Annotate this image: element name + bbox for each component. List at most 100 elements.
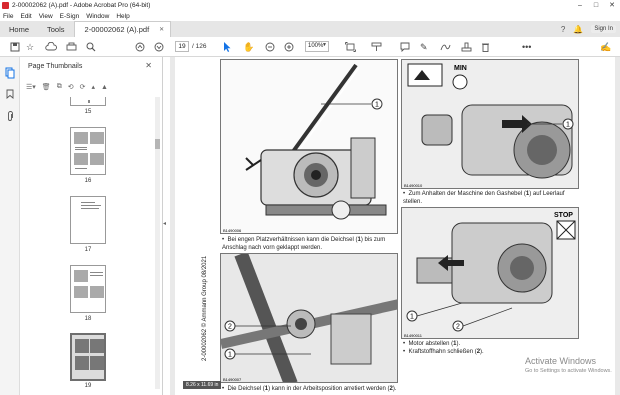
tab-home[interactable]: Home xyxy=(0,21,38,37)
upload-cloud-icon[interactable] xyxy=(45,40,57,54)
page-total: / 126 xyxy=(192,43,207,50)
menu-edit[interactable]: Edit xyxy=(20,13,31,20)
figure-throttle-lever: MIN 1 B1490010 xyxy=(401,59,579,189)
tab-document[interactable]: 2-00002062 (A).pdf ✕ xyxy=(73,21,172,37)
previous-page-icon[interactable] xyxy=(135,40,145,54)
notifications-icon[interactable]: 🔔 xyxy=(573,25,583,34)
activate-windows-watermark: Activate Windows xyxy=(525,356,597,366)
page-vertical-footer: 2-00002062 © Ammann Group 08/2021 xyxy=(202,255,208,361)
tab-close-icon[interactable]: ✕ xyxy=(159,26,164,33)
thumbnail-label-19: 19 xyxy=(84,383,92,389)
pdf-page: 2-00002062 © Ammann Group 08/2021 1 B149… xyxy=(175,57,615,395)
caption-throttle-idle: • Zum Anhalten der Maschine den Gashebel… xyxy=(403,191,565,205)
callout-1-label: 1 xyxy=(375,102,379,109)
bookmark-star-icon[interactable]: ☆ xyxy=(26,40,34,54)
image-code-1: B1490006 xyxy=(223,228,242,233)
caption-handle-fold: • Bei engen Platzverhältnissen kann die … xyxy=(222,237,386,251)
figure-plate-compactor-handle: 1 B1490006 xyxy=(220,59,398,234)
page-thumbnails-panel: Page Thumbnails ✕ ☰▾ 🗑 ⧉ ⟲ ⟳ ▴ ▲ 15 16 1… xyxy=(20,57,163,395)
thumbnail-small-icon[interactable]: ▴ xyxy=(91,83,95,91)
document-viewport[interactable]: 2-00002062 © Ammann Group 08/2021 1 B149… xyxy=(170,57,620,395)
save-icon[interactable] xyxy=(10,40,20,54)
callout-1b-label: 1 xyxy=(228,352,232,359)
zoom-in-icon[interactable] xyxy=(284,40,294,54)
caption-engine-stop: • Motor abstellen (1). xyxy=(403,341,461,347)
stop-label: STOP xyxy=(554,212,573,219)
min-label: MIN xyxy=(454,65,467,72)
page-number-input[interactable]: 19 xyxy=(175,41,189,52)
acrobat-logo-icon xyxy=(2,2,9,9)
page-thumbnails-icon[interactable] xyxy=(4,67,16,79)
menu-bar: File Edit View E-Sign Window Help xyxy=(0,11,620,21)
attachments-paperclip-icon[interactable] xyxy=(4,111,16,123)
rotate-icon[interactable]: ⟲ xyxy=(68,83,74,91)
menu-help[interactable]: Help xyxy=(116,13,129,20)
thumbnail-large-icon[interactable]: ▲ xyxy=(101,84,108,91)
thumbnail-page-18[interactable] xyxy=(70,265,106,313)
callout-2-label: 2 xyxy=(228,324,232,331)
next-page-icon[interactable] xyxy=(154,40,164,54)
activate-windows-subtext: Go to Settings to activate Windows. xyxy=(525,368,612,374)
thumbnail-label-18: 18 xyxy=(84,316,92,322)
stamp-icon[interactable] xyxy=(461,40,472,54)
sign-pen-icon[interactable]: ✍ xyxy=(600,40,611,54)
callout-2b-label: 2 xyxy=(456,324,460,331)
options-menu-icon[interactable]: ☰▾ xyxy=(26,83,36,91)
thumbnails-panel-title: Page Thumbnails xyxy=(28,63,83,70)
zoom-dropdown-chevron-icon[interactable]: ▼ xyxy=(322,42,327,48)
tab-tools[interactable]: Tools xyxy=(38,21,74,37)
thumbnails-toolbar: ☰▾ 🗑 ⧉ ⟲ ⟳ ▴ ▲ xyxy=(26,81,156,93)
thumbnail-label-16: 16 xyxy=(84,178,92,184)
figure-engine-stop: STOP 1 2 B1490011 xyxy=(401,207,579,339)
sign-in-button[interactable]: Sign In xyxy=(591,25,616,33)
page-tool-icon[interactable]: ⧉ xyxy=(57,83,62,91)
window-controls: – □ ✕ xyxy=(572,0,620,11)
window-title: 2-00002062 (A).pdf - Adobe Acrobat Pro (… xyxy=(12,2,151,9)
collapse-panel-chevron-icon[interactable]: ◂ xyxy=(163,220,169,227)
hand-tool-icon[interactable]: ✋ xyxy=(243,40,254,54)
page-dimensions-badge: 8.26 x 11.69 in xyxy=(183,381,222,389)
thumbnails-scrollbar-thumb[interactable] xyxy=(155,139,160,149)
thumbnail-label-15: 15 xyxy=(84,109,92,115)
image-code-3: B1490010 xyxy=(404,183,423,188)
navigation-pane-strip xyxy=(0,57,20,395)
image-code-2: B1490007 xyxy=(223,377,242,382)
more-tools-icon[interactable]: ••• xyxy=(522,40,531,54)
maximize-button[interactable]: □ xyxy=(588,0,604,11)
thumbnail-page-15[interactable] xyxy=(70,97,106,106)
thumbnail-page-19[interactable] xyxy=(70,333,106,381)
callout-1c-label: 1 xyxy=(566,122,570,129)
tab-document-label: 2-00002062 (A).pdf xyxy=(84,25,150,34)
keyboard-scroll-icon[interactable] xyxy=(371,40,382,54)
comment-icon[interactable] xyxy=(400,40,410,54)
menu-esign[interactable]: E-Sign xyxy=(60,13,80,20)
delete-trash-icon[interactable] xyxy=(481,40,490,54)
print-icon[interactable] xyxy=(66,40,77,54)
menu-file[interactable]: File xyxy=(3,13,13,20)
figure-handle-lock: 2 1 B1490007 xyxy=(220,253,398,383)
thumbnail-page-16[interactable] xyxy=(70,127,106,175)
menu-view[interactable]: View xyxy=(39,13,53,20)
zoom-search-icon[interactable] xyxy=(86,40,96,54)
callout-1d-label: 1 xyxy=(410,314,414,321)
caption-handle-lock: • Die Deichsel (1) kann in der Arbeitspo… xyxy=(222,386,422,394)
menu-window[interactable]: Window xyxy=(86,13,109,20)
minimize-button[interactable]: – xyxy=(572,0,588,11)
draw-freehand-icon[interactable] xyxy=(440,40,451,54)
close-panel-icon[interactable]: ✕ xyxy=(145,61,152,70)
thumbnail-page-17[interactable] xyxy=(70,196,106,244)
thumbnail-label-17: 17 xyxy=(84,247,92,253)
help-icon[interactable]: ? xyxy=(561,25,565,34)
zoom-out-icon[interactable] xyxy=(265,40,275,54)
rotate-cw-icon[interactable]: ⟳ xyxy=(80,83,86,91)
highlight-pen-icon[interactable]: ✎ xyxy=(420,40,428,54)
tab-bar-right: ? 🔔 Sign In xyxy=(561,21,616,37)
image-code-4: B1490011 xyxy=(404,333,423,338)
select-cursor-icon[interactable] xyxy=(223,40,231,54)
main-toolbar: ☆ 19 / 126 ✋ 100% ▼ ✎ ••• ✍ xyxy=(0,37,620,57)
tab-bar: Home Tools 2-00002062 (A).pdf ✕ ? 🔔 Sign… xyxy=(0,21,620,37)
delete-page-icon[interactable]: 🗑 xyxy=(42,83,51,91)
fit-page-icon[interactable] xyxy=(345,40,356,54)
bookmarks-icon[interactable] xyxy=(4,89,16,101)
close-window-button[interactable]: ✕ xyxy=(604,0,620,11)
